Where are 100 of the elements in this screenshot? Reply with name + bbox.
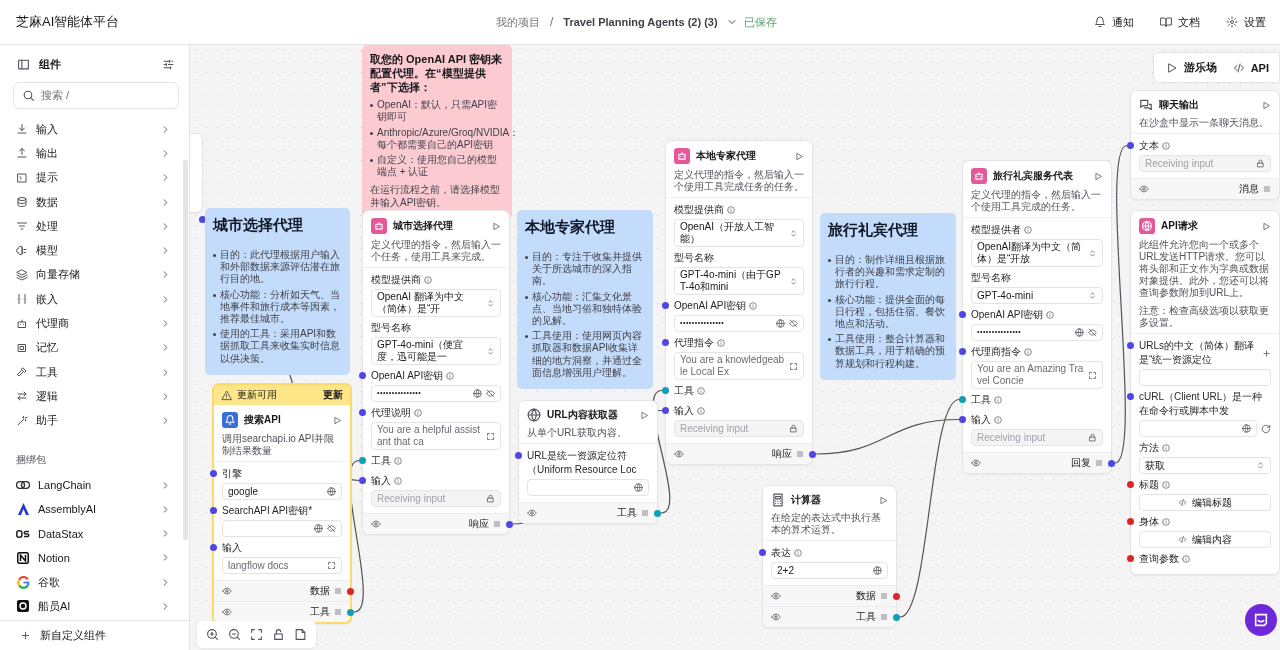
field-label: 模型提供者 — [971, 223, 1021, 237]
prompt-field[interactable]: You are a helpful assistant that ca — [371, 422, 501, 450]
output-handle[interactable] — [347, 608, 354, 616]
output-handle[interactable] — [506, 520, 513, 528]
prompt-field[interactable]: You are a knowledgeable Local Ex — [674, 352, 804, 380]
input-field[interactable] — [527, 479, 649, 496]
input-handle[interactable] — [210, 470, 217, 477]
globe-icon — [314, 524, 323, 533]
sidebar-item[interactable]: 数据 — [16, 189, 171, 215]
output-handle[interactable] — [654, 509, 661, 517]
zoom-out-button[interactable] — [228, 628, 241, 641]
header-button[interactable]: 文档 — [1160, 14, 1200, 30]
output-handle[interactable] — [347, 587, 354, 595]
sidebar-item[interactable]: 谷歌 — [16, 570, 171, 595]
search-field[interactable]: 搜索 / — [13, 82, 179, 109]
select-field[interactable]: OpenAI 翻译为中文（简体）是“开 — [371, 289, 501, 317]
sidebar-item[interactable]: 船员AI — [16, 594, 171, 619]
output-handle[interactable] — [893, 592, 900, 600]
update-button[interactable]: 更新 — [323, 388, 343, 402]
input-field[interactable]: google — [222, 483, 342, 500]
chip-icon — [16, 341, 28, 354]
input-field[interactable] — [1139, 369, 1271, 386]
select-field[interactable]: 获取 — [1139, 457, 1271, 474]
sidebar-item[interactable]: LangChain — [16, 472, 171, 498]
input-handle[interactable] — [662, 302, 669, 309]
input-handle[interactable] — [359, 372, 366, 379]
sidebar-item[interactable]: 模型 — [16, 238, 171, 263]
sidebar-item[interactable]: 向量存储 — [16, 262, 171, 288]
note-button[interactable] — [294, 628, 307, 641]
input-handle[interactable] — [1127, 481, 1134, 488]
sidebar-item[interactable]: 输入 — [16, 117, 171, 142]
input-handle[interactable] — [1127, 142, 1134, 149]
input-handle[interactable] — [959, 416, 966, 423]
eye-icon — [971, 458, 981, 468]
toolbar-button[interactable]: 游乐场 — [1165, 60, 1217, 75]
note-text: 自定义：使用您自己的模型端点 + 认证 — [377, 154, 498, 179]
select-field[interactable]: OpenAI翻译为中文（简体）是“开放 — [971, 239, 1103, 267]
output-label: 工具 — [856, 610, 876, 624]
field-label: 代理商指令 — [971, 345, 1021, 359]
password-field[interactable] — [222, 520, 342, 537]
input-handle[interactable] — [210, 507, 217, 514]
output-handle[interactable] — [809, 450, 816, 458]
output-label: 响应 — [469, 517, 489, 531]
sidebar-item[interactable]: Notion — [16, 545, 171, 571]
input-handle[interactable] — [662, 407, 669, 414]
edit-button[interactable]: 编辑标题 — [1139, 494, 1271, 511]
sidebar-item[interactable]: DataStax — [16, 521, 171, 546]
input-handle[interactable] — [359, 409, 366, 416]
lock-button[interactable] — [272, 628, 285, 641]
sidebar-item[interactable]: 提示 — [16, 165, 171, 190]
sidebar-item[interactable]: 助手 — [16, 408, 171, 433]
input-handle[interactable] — [359, 477, 366, 484]
input-handle[interactable] — [662, 339, 669, 346]
input-handle[interactable] — [515, 452, 522, 459]
output-handle[interactable] — [1108, 459, 1115, 467]
sidebar-item[interactable]: 记忆 — [16, 335, 171, 360]
sidebar-item[interactable]: 嵌入 — [16, 287, 171, 312]
fit-view-button[interactable] — [250, 628, 263, 641]
updown-icon — [486, 346, 495, 356]
sidebar-item[interactable]: AssemblyAI — [16, 497, 171, 522]
header-button[interactable]: 设置 — [1226, 14, 1266, 30]
note-text: Anthropic/Azure/Groq/NVIDIA：每个都需要自己的API密钥 — [377, 126, 520, 151]
zoom-in-button[interactable] — [206, 628, 219, 641]
select-field[interactable]: GPT-4o-mini — [971, 287, 1103, 304]
sidebar-item[interactable]: 工具 — [16, 359, 171, 385]
input-handle[interactable] — [959, 396, 966, 403]
input-handle[interactable] — [759, 549, 766, 556]
note-text: 目的：制作详细且根据旅行者的兴趣和需求定制的旅行行程。 — [835, 254, 946, 291]
input-field[interactable]: langflow docs — [222, 557, 342, 574]
input-field[interactable]: 2+2 — [771, 562, 888, 579]
plus-icon[interactable] — [1262, 348, 1271, 358]
bullet-icon — [828, 338, 831, 342]
note-icon — [294, 628, 307, 641]
input-handle[interactable] — [1127, 518, 1134, 525]
prompt-field[interactable]: You are an Amazing Travel Concie — [971, 361, 1103, 389]
sidebar-item[interactable]: 逻辑 — [16, 384, 171, 409]
edit-button[interactable]: 编辑内容 — [1139, 531, 1271, 548]
input-handle[interactable] — [959, 348, 966, 355]
toolbar-button[interactable]: API — [1232, 60, 1269, 75]
input-handle[interactable] — [359, 457, 366, 464]
input-handle[interactable] — [1127, 555, 1134, 562]
select-field[interactable]: GPT-4o-mini（便宜度，迅可能是一 — [371, 337, 501, 365]
input-handle[interactable] — [662, 387, 669, 394]
sidebar-item[interactable]: 处理 — [16, 214, 171, 239]
scrollbar[interactable] — [183, 160, 188, 540]
input-handle[interactable] — [1127, 342, 1134, 349]
input-field[interactable] — [1139, 420, 1257, 437]
breadcrumb-link[interactable]: 我的项目 — [496, 14, 540, 30]
sidebar-item[interactable]: 输出 — [16, 141, 171, 166]
header-button[interactable]: 通知 — [1094, 14, 1134, 30]
input-handle[interactable] — [959, 311, 966, 318]
sidebar-item[interactable]: 代理商 — [16, 311, 171, 336]
input-handle[interactable] — [1127, 393, 1134, 400]
select-field[interactable]: OpenAI（开放人工智能） — [674, 219, 804, 247]
input-handle[interactable] — [210, 544, 217, 551]
new-component-button[interactable]: 新自定义组件 — [0, 620, 189, 650]
output-handle[interactable] — [893, 613, 900, 621]
select-field[interactable]: GPT-4o-mini（由于GPT-4o和mini — [674, 267, 804, 295]
robot-icon — [674, 148, 690, 164]
chat-bubble-button[interactable] — [1245, 604, 1277, 636]
